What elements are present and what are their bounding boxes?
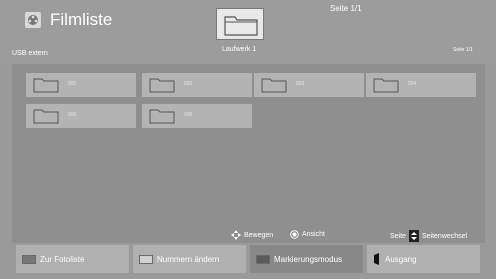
ok-button-icon	[290, 230, 299, 239]
folder-name: 002	[184, 81, 193, 87]
movie-reel-icon	[25, 12, 41, 28]
grey-key-icon	[22, 254, 36, 264]
page-change-label: Seitenwechsel	[421, 232, 468, 240]
folder-icon	[149, 78, 175, 93]
dpad-icon	[231, 230, 241, 240]
folder-grid: 001 002 003 004 005 006	[12, 64, 485, 221]
folder-icon	[261, 78, 287, 93]
exit-icon	[374, 253, 379, 265]
exit-button[interactable]: Ausgang	[367, 245, 480, 273]
dark-key-icon	[256, 254, 270, 264]
folder-icon	[149, 109, 175, 124]
page-title: Filmliste	[50, 10, 113, 29]
folder-name: 003	[296, 81, 305, 87]
folder-item[interactable]: 003	[254, 73, 364, 97]
mark-mode-label: Markierungsmodus	[274, 254, 343, 264]
folder-item[interactable]: 005	[26, 104, 136, 128]
drive-label: Laufwerk 1	[222, 46, 257, 53]
folder-icon	[373, 78, 399, 93]
page-hint: Seite Seitenwechsel	[390, 230, 467, 242]
exit-label: Ausgang	[385, 254, 417, 264]
drive-button[interactable]	[216, 8, 264, 40]
page-hint-label: Seite	[390, 232, 406, 240]
folder-item[interactable]: 002	[142, 73, 252, 97]
folder-item[interactable]: 006	[142, 104, 252, 128]
photo-list-button[interactable]: Zur Fotoliste	[16, 245, 129, 273]
usb-label: USB extern	[12, 50, 48, 57]
change-numbers-label: Nummern ändern	[157, 254, 220, 264]
folder-item[interactable]: 001	[26, 73, 136, 97]
folder-item[interactable]: 004	[366, 73, 476, 97]
folder-icon	[224, 16, 258, 36]
change-numbers-button[interactable]: Nummern ändern	[133, 245, 246, 273]
page-indicator-top: Seite 1/1	[330, 4, 362, 13]
view-hint: Ansicht	[290, 230, 325, 239]
move-hint: Bewegen	[231, 230, 273, 240]
screen: Filmliste Seite 1/1 Laufwerk 1 USB exter…	[0, 0, 496, 279]
view-hint-label: Ansicht	[302, 231, 325, 238]
move-hint-label: Bewegen	[244, 231, 274, 239]
light-key-icon	[139, 254, 153, 264]
folder-name: 006	[184, 112, 193, 118]
page-indicator-right: Seite 1/1	[453, 47, 473, 53]
folder-icon	[33, 109, 59, 124]
folder-icon	[33, 78, 59, 93]
folder-name: 004	[408, 81, 417, 87]
folder-name: 001	[68, 81, 77, 87]
mark-mode-button[interactable]: Markierungsmodus	[250, 245, 363, 273]
folder-name: 005	[68, 112, 77, 118]
bottom-button-row: Zur Fotoliste Nummern ändern Markierungs…	[16, 245, 480, 273]
header: Filmliste Seite 1/1 Laufwerk 1 USB exter…	[0, 0, 496, 64]
photo-list-label: Zur Fotoliste	[40, 254, 85, 264]
page-updown-icon	[408, 230, 419, 242]
